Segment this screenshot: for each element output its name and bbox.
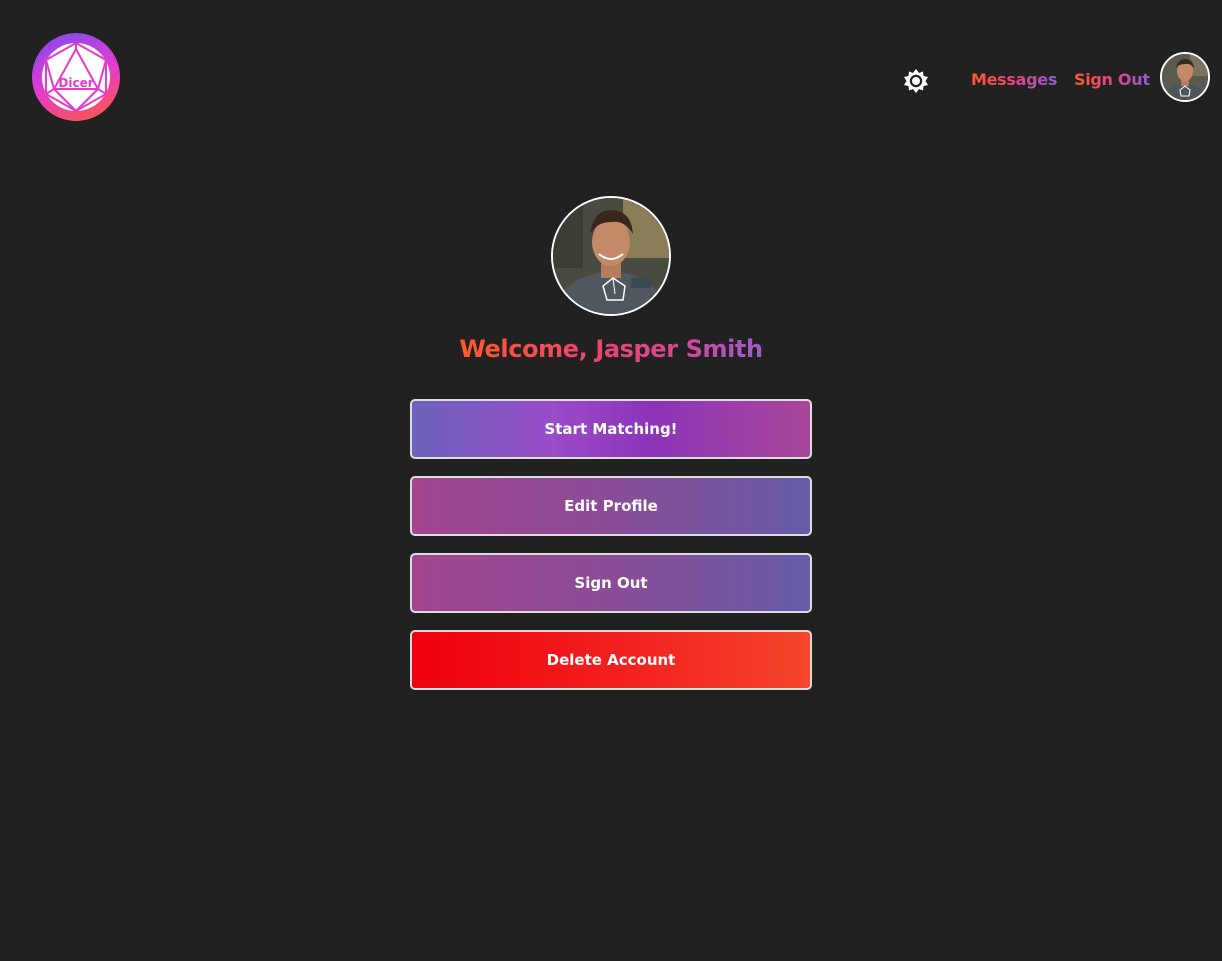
sign-out-button[interactable]: Sign Out — [410, 553, 812, 613]
nav-messages-link[interactable]: Messages — [971, 70, 1057, 90]
profile-photo-icon — [553, 198, 669, 314]
start-matching-button[interactable]: Start Matching! — [410, 399, 812, 459]
welcome-text: Welcome, Jasper Smith — [459, 335, 763, 363]
sun-icon — [904, 69, 928, 93]
header: Dicer Messages Sign Out — [0, 0, 1222, 150]
profile-avatar — [551, 196, 671, 316]
dicer-logo[interactable]: Dicer — [32, 33, 120, 121]
welcome-heading: Welcome, Jasper Smith — [311, 333, 911, 365]
edit-profile-button[interactable]: Edit Profile — [410, 476, 812, 536]
theme-toggle-button[interactable] — [903, 68, 929, 94]
nav-sign-out-link[interactable]: Sign Out — [1074, 70, 1150, 90]
user-avatar-icon — [1162, 54, 1208, 100]
header-avatar[interactable] — [1160, 52, 1210, 102]
delete-account-button[interactable]: Delete Account — [410, 630, 812, 690]
logo-text: Dicer — [58, 76, 94, 90]
